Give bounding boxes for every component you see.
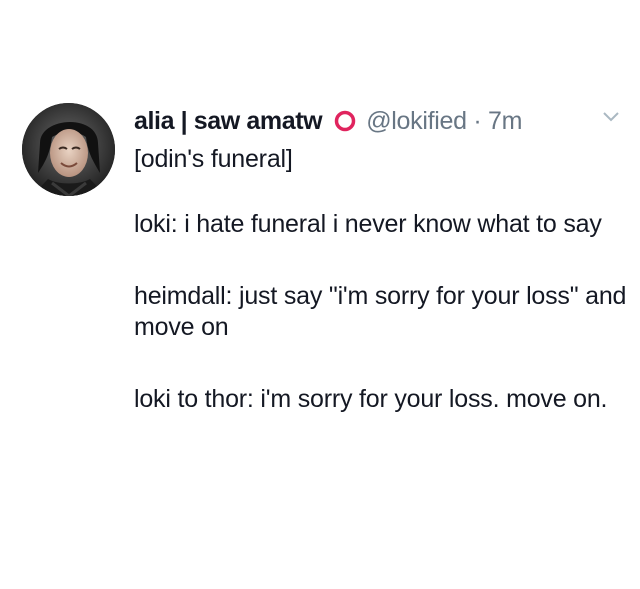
red-ring-icon [334, 110, 356, 132]
avatar-image [22, 103, 115, 196]
tweet-header: alia | saw amatw @lokified · 7m [134, 104, 522, 138]
display-name[interactable]: alia | saw amatw [134, 107, 323, 136]
chevron-down-icon[interactable] [601, 110, 621, 124]
avatar[interactable] [22, 103, 115, 196]
tweet-line: heimdall: just say "i'm sorry for your l… [134, 282, 634, 341]
tweet-card: alia | saw amatw @lokified · 7m [odin's … [0, 0, 640, 589]
tweet-line: loki to thor: i'm sorry for your loss. m… [134, 385, 608, 413]
tweet-text: [odin's funeral] loki: i hate funeral i … [134, 144, 630, 415]
handle-and-timestamp[interactable]: @lokified · 7m [366, 107, 522, 136]
tweet-line: [odin's funeral] [134, 145, 293, 173]
tweet-line: loki: i hate funeral i never know what t… [134, 210, 602, 238]
